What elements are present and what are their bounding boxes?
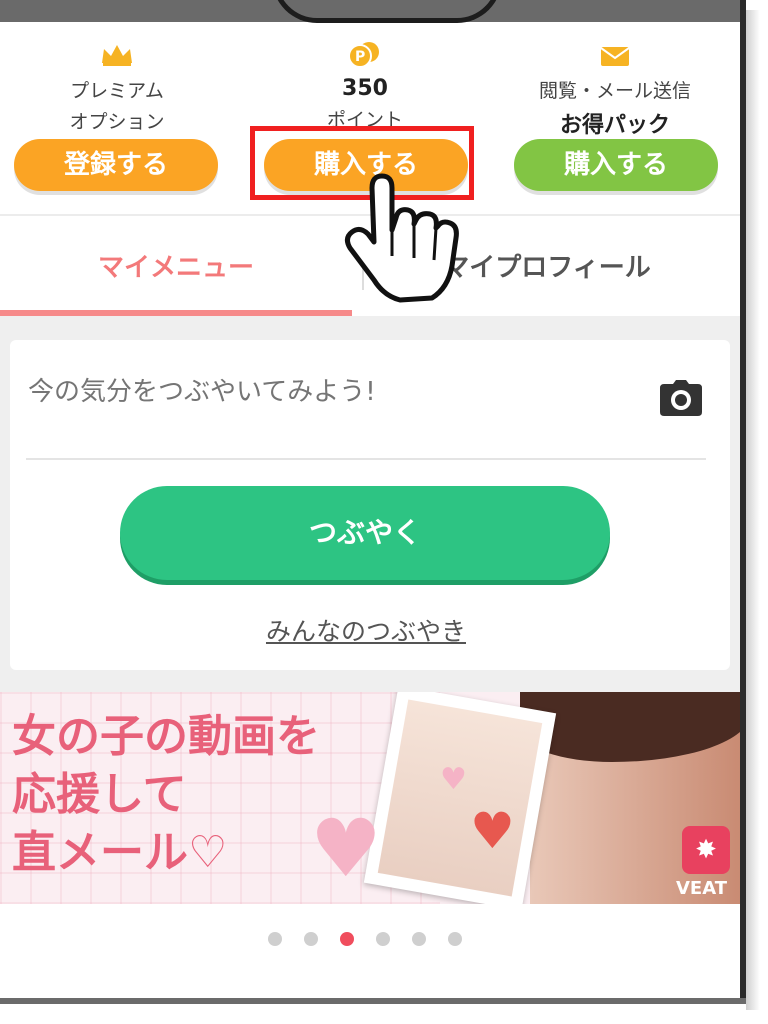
carousel-dot[interactable] (412, 932, 426, 946)
heart-icon: ♥ (470, 802, 515, 860)
premium-label-line1: プレミアム (70, 80, 164, 102)
coin-icon: P (300, 40, 430, 70)
pack-buy-button[interactable]: 購入する (514, 139, 718, 191)
points-value: 350 (342, 76, 388, 101)
banner-line3: 直メール♡ (12, 827, 228, 878)
header-decoration (272, 0, 502, 23)
mail-icon (520, 40, 710, 70)
carousel-dot[interactable] (304, 932, 318, 946)
app-screen: プレミアム オプション 登録する P 350 ポイント 購入する 閲覧・メール送… (0, 0, 740, 998)
premium-label-line2: オプション (69, 111, 165, 133)
input-underline (26, 458, 706, 460)
svg-text:P: P (355, 49, 365, 65)
device-shadow (746, 10, 760, 1010)
heart-icon: ♥ (440, 762, 467, 797)
carousel-dot[interactable] (448, 932, 462, 946)
pack-option: 閲覧・メール送信 お得パック (520, 40, 710, 139)
status-input[interactable] (26, 376, 590, 408)
carousel-dot-active[interactable] (340, 932, 354, 946)
tweet-button[interactable]: つぶやく (120, 486, 610, 580)
carousel-dot[interactable] (376, 932, 390, 946)
points-option: P 350 ポイント (300, 40, 430, 132)
tab-my-menu[interactable]: マイメニュー (0, 216, 352, 316)
heart-icon: ♥ (310, 802, 382, 895)
banner-line2: 応援して (12, 769, 187, 820)
carousel-dot[interactable] (268, 932, 282, 946)
veat-logo-icon: ✸ (682, 826, 730, 874)
premium-register-button[interactable]: 登録する (14, 139, 218, 191)
premium-option: プレミアム オプション (52, 40, 182, 134)
pack-label-line2: お得パック (559, 113, 670, 138)
banner-photo-frame (363, 692, 557, 904)
banner-line1: 女の子の動画を (12, 711, 320, 762)
device-frame-bottom (0, 998, 746, 1004)
promo-banner[interactable]: ♥ ♥ ♥ 女の子の動画を 応援して 直メール♡ (0, 692, 740, 904)
veat-logo-label: VEAT (676, 878, 728, 899)
camera-icon[interactable] (660, 380, 702, 416)
crown-icon (52, 40, 182, 70)
everyone-tweets-link[interactable]: みんなのつぶやき (252, 612, 480, 648)
pack-label-line1: 閲覧・メール送信 (538, 80, 691, 102)
banner-headline: 女の子の動画を 応援して 直メール♡ (12, 708, 320, 882)
hand-pointer-icon (344, 168, 474, 308)
carousel-indicator (268, 932, 462, 946)
